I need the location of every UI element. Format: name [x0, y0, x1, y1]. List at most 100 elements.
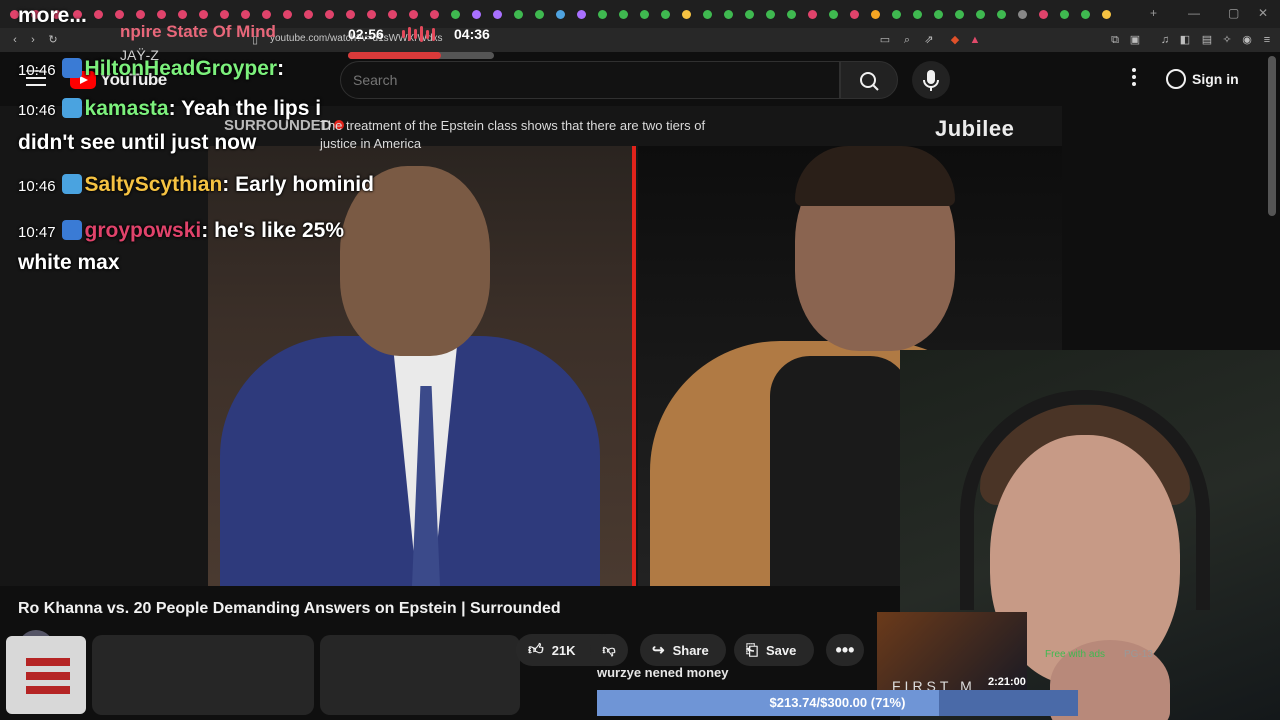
browser-tab[interactable] [781, 0, 802, 28]
forward-icon[interactable]: › [26, 33, 40, 47]
browser-tab[interactable] [88, 0, 109, 28]
sign-in-button[interactable]: Sign in [1166, 64, 1252, 94]
browser-tab[interactable] [382, 0, 403, 28]
chat-username[interactable]: kamasta [85, 97, 169, 120]
browser-tab[interactable] [1075, 0, 1096, 28]
chat-message: 10:46 kamasta: Yeah the lips i [18, 92, 321, 127]
browser-tab[interactable] [466, 0, 487, 28]
browser-tab[interactable] [319, 0, 340, 28]
share-page-icon[interactable]: ⇗ [922, 33, 936, 47]
tab-favicon-icon [115, 9, 124, 19]
browser-tab[interactable] [1054, 0, 1075, 28]
extensions-icon[interactable]: ⧉ [1108, 33, 1122, 47]
tab-favicon-icon [976, 9, 985, 19]
sidebar-icon[interactable]: ◧ [1178, 33, 1192, 47]
browser-tab[interactable] [676, 0, 697, 28]
browser-tab[interactable] [907, 0, 928, 28]
chat-username[interactable]: HiltonHeadGroyper [85, 57, 278, 80]
jubilee-logo: Jubilee [935, 116, 1015, 141]
tab-favicon-icon [199, 9, 208, 19]
tab-favicon-icon [136, 9, 145, 19]
settings-kebab-icon[interactable] [1126, 68, 1142, 90]
browser-tab[interactable] [655, 0, 676, 28]
track-progress-bar [348, 52, 494, 59]
browser-menu-icon[interactable]: ≡ [1260, 33, 1274, 47]
browser-tab[interactable] [424, 0, 445, 28]
browser-tab[interactable] [550, 0, 571, 28]
thumbs-up-icon: 👍︎ [528, 641, 544, 658]
tab-favicon-icon [304, 9, 313, 19]
browser-tab[interactable] [340, 0, 361, 28]
browser-tab[interactable] [718, 0, 739, 28]
browser-tab[interactable] [361, 0, 382, 28]
browser-tab[interactable] [571, 0, 592, 28]
back-icon[interactable]: ‹ [8, 33, 22, 47]
browser-tab[interactable] [823, 0, 844, 28]
new-tab-icon[interactable]: + [1150, 6, 1157, 20]
rewards-icon[interactable]: ▲ [968, 33, 982, 47]
tab-favicon-icon [871, 9, 880, 19]
browser-tab[interactable] [529, 0, 550, 28]
media-icon[interactable]: ♫ [1158, 33, 1172, 47]
browser-tab[interactable] [613, 0, 634, 28]
donation-goal-bar: $213.74/$300.00 (71%) [597, 690, 1078, 716]
save-button[interactable]: ⎗ Save [734, 634, 814, 666]
browser-tab[interactable] [487, 0, 508, 28]
browser-tab[interactable] [844, 0, 865, 28]
close-window-icon[interactable]: ✕ [1258, 6, 1268, 20]
browser-tab[interactable] [865, 0, 886, 28]
browser-tab[interactable] [991, 0, 1012, 28]
browser-tab[interactable] [970, 0, 991, 28]
leo-icon[interactable]: ✧ [1220, 33, 1234, 47]
tab-favicon-icon [850, 9, 859, 19]
browser-tab[interactable] [949, 0, 970, 28]
tab-favicon-icon [892, 9, 901, 19]
now-playing-widget [0, 632, 520, 716]
tab-favicon-icon [703, 9, 712, 19]
chat-timestamp: 10:46 [18, 62, 56, 79]
dislike-button[interactable]: 👎︎ [590, 634, 628, 666]
chat-badge-icon [61, 58, 82, 78]
page-scrollbar[interactable] [1268, 56, 1276, 216]
browser-tab[interactable] [739, 0, 760, 28]
chat-separator: : [222, 173, 236, 196]
maximize-icon[interactable]: ▢ [1228, 6, 1239, 20]
more-actions-button[interactable]: ••• [826, 634, 864, 666]
reload-icon[interactable]: ↻ [46, 33, 60, 47]
tab-search-icon[interactable]: ▣ [1128, 33, 1142, 47]
browser-tab[interactable] [697, 0, 718, 28]
browser-tab[interactable] [634, 0, 655, 28]
browser-tab[interactable] [1096, 0, 1117, 28]
tab-favicon-icon [94, 9, 103, 19]
browser-tab[interactable] [592, 0, 613, 28]
browser-tab[interactable] [1012, 0, 1033, 28]
voice-search-button[interactable] [912, 61, 950, 99]
browser-tab[interactable] [1033, 0, 1054, 28]
chat-timestamp: 10:46 [18, 178, 56, 195]
browser-tab[interactable] [445, 0, 466, 28]
browser-tab[interactable] [760, 0, 781, 28]
wallet-icon[interactable]: ▤ [1200, 33, 1214, 47]
search-input[interactable] [341, 62, 839, 98]
brave-shield-icon[interactable]: ◆ [948, 33, 962, 47]
browser-tab[interactable] [298, 0, 319, 28]
album-art [6, 636, 86, 714]
browser-tab[interactable] [403, 0, 424, 28]
tab-favicon-icon [913, 9, 922, 19]
screenshot-icon[interactable]: ▭ [878, 33, 892, 47]
video-caption: The treatment of the Epstein class shows… [320, 118, 706, 151]
search-button[interactable] [840, 61, 898, 99]
browser-tab[interactable] [928, 0, 949, 28]
chat-username[interactable]: SaltyScythian [85, 173, 223, 196]
zoom-icon[interactable]: ⌕ [900, 33, 914, 47]
minimize-icon[interactable]: — [1188, 6, 1200, 20]
chat-username[interactable]: groypowski [85, 219, 202, 242]
browser-tab[interactable] [277, 0, 298, 28]
vpn-icon[interactable]: ◉ [1240, 33, 1254, 47]
tab-favicon-icon [934, 9, 943, 19]
browser-tab[interactable] [508, 0, 529, 28]
share-button[interactable]: ↪ Share [640, 634, 726, 666]
tab-favicon-icon [157, 9, 166, 19]
browser-tab[interactable] [802, 0, 823, 28]
browser-tab[interactable] [886, 0, 907, 28]
